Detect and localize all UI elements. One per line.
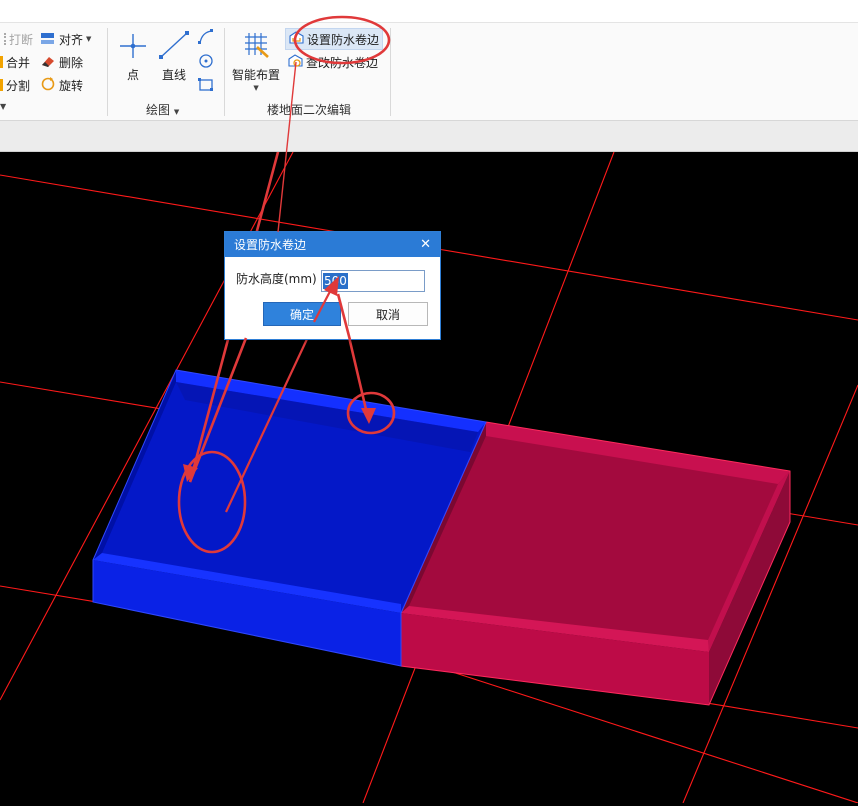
smart-layout-button[interactable]: 智能布置 ▼ xyxy=(232,31,280,92)
line-icon xyxy=(158,31,190,62)
waterproof-height-label: 防水高度(mm) xyxy=(236,272,317,286)
edit-group-dropdown-icon[interactable]: ▼ xyxy=(0,102,6,111)
separator xyxy=(107,28,108,116)
rectangle-icon[interactable] xyxy=(198,77,214,96)
toolbar-strip xyxy=(0,121,858,152)
rotate-icon xyxy=(40,76,56,95)
separator xyxy=(224,28,225,116)
eraser-icon xyxy=(40,54,56,71)
ribbon: 打断 合并 分割 ▼ 对齐 ▼ 删除 旋转 点 直线 绘图 ▼ 智能布置 ▼ 设… xyxy=(0,23,858,121)
dialog-title: 设置防水卷边 xyxy=(234,238,307,252)
draw-group-dropdown-icon: ▼ xyxy=(173,108,180,116)
merge-icon xyxy=(0,56,3,68)
smart-layout-dropdown-icon: ▼ xyxy=(253,84,259,92)
draw-group-label[interactable]: 绘图 ▼ xyxy=(146,101,179,118)
grid-layout-icon xyxy=(241,31,271,62)
waterproof-edge-icon xyxy=(289,30,304,48)
delete-button[interactable]: 删除 xyxy=(40,52,83,72)
align-icon xyxy=(40,31,56,48)
waterproof-height-value: 500 xyxy=(323,273,348,289)
dialog-body: 防水高度(mm) 500 确定 取消 xyxy=(225,257,440,339)
merge-button[interactable]: 合并 xyxy=(0,52,30,72)
cancel-button[interactable]: 取消 xyxy=(348,302,428,326)
view-edit-icon xyxy=(288,53,303,71)
dialog-titlebar[interactable]: 设置防水卷边 ✕ xyxy=(225,232,440,257)
rotate-button[interactable]: 旋转 xyxy=(40,75,83,95)
break-icon xyxy=(0,33,6,45)
align-dropdown-icon: ▼ xyxy=(86,35,92,43)
break-button[interactable]: 打断 xyxy=(0,29,33,49)
align-button[interactable]: 对齐 ▼ xyxy=(40,29,91,49)
split-icon xyxy=(0,79,3,91)
set-waterproof-edge-dialog: 设置防水卷边 ✕ 防水高度(mm) 500 确定 取消 xyxy=(224,231,441,340)
set-waterproof-edge-button[interactable]: 设置防水卷边 xyxy=(285,28,384,50)
separator xyxy=(390,28,391,116)
ok-button[interactable]: 确定 xyxy=(263,302,341,326)
view-waterproof-edge-button[interactable]: 查改防水卷边 xyxy=(288,52,378,72)
point-icon xyxy=(118,33,148,62)
split-button[interactable]: 分割 xyxy=(0,75,30,95)
arc-icon[interactable] xyxy=(198,29,214,48)
line-button[interactable]: 直线 xyxy=(158,31,190,83)
point-button[interactable]: 点 xyxy=(118,33,148,83)
floor-edit-group-label: 楼地面二次编辑 xyxy=(267,103,352,117)
title-strip xyxy=(0,0,858,23)
circle-icon[interactable] xyxy=(198,53,214,72)
close-icon[interactable]: ✕ xyxy=(420,237,431,252)
